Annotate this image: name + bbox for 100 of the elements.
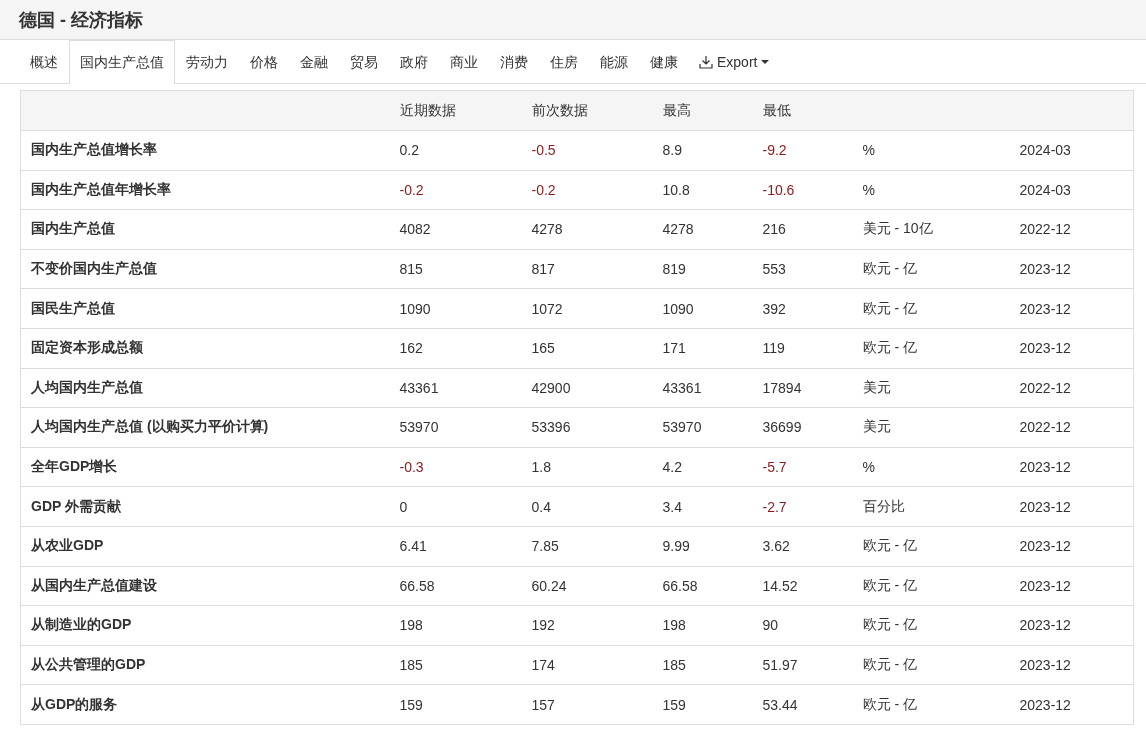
indicator-name: GDP 外需贡献 xyxy=(20,486,390,527)
unit-cell: 百分比 xyxy=(852,486,1010,527)
indicator-name: 人均国内生产总值 xyxy=(20,368,390,408)
date-cell: 2023-12 xyxy=(1009,328,1134,369)
date-cell: 2023-12 xyxy=(1009,605,1134,646)
column-header: 最高 xyxy=(652,90,753,131)
column-header: 近期数据 xyxy=(389,90,522,131)
date-cell: 2023-12 xyxy=(1009,566,1134,606)
unit-cell: 欧元 - 亿 xyxy=(852,526,1010,567)
table-cell: 392 xyxy=(752,288,853,329)
unit-cell: 欧元 - 亿 xyxy=(852,684,1010,725)
indicator-name: 不变价国内生产总值 xyxy=(20,249,390,289)
indicator-name: 国内生产总值增长率 xyxy=(20,130,390,171)
indicator-name: 国内生产总值 xyxy=(20,209,390,250)
table-cell: 6.41 xyxy=(389,526,522,567)
table-cell: 1072 xyxy=(521,288,653,329)
table-cell: -10.6 xyxy=(752,170,853,210)
table-cell: 43361 xyxy=(652,368,753,408)
table-cell: 7.85 xyxy=(521,526,653,567)
table-cell: 4278 xyxy=(521,209,653,250)
table-cell: 17894 xyxy=(752,368,853,408)
table-cell: 1090 xyxy=(389,288,522,329)
unit-cell: 美元 xyxy=(852,407,1010,448)
table-cell: 0 xyxy=(389,486,522,527)
table-cell: 174 xyxy=(521,645,653,685)
table-cell: 1.8 xyxy=(521,447,653,487)
table-cell: 198 xyxy=(389,605,522,646)
date-cell: 2023-12 xyxy=(1009,486,1134,527)
table-cell: 4278 xyxy=(652,209,753,250)
date-cell: 2023-12 xyxy=(1009,447,1134,487)
unit-cell: 欧元 - 亿 xyxy=(852,566,1010,606)
table-cell: 9.99 xyxy=(652,526,753,567)
table-cell: -0.2 xyxy=(389,170,522,210)
table-cell: 119 xyxy=(752,328,853,369)
table-cell: 159 xyxy=(652,684,753,725)
date-cell: 2023-12 xyxy=(1009,526,1134,567)
table-cell: 216 xyxy=(752,209,853,250)
table-cell: 157 xyxy=(521,684,653,725)
table-cell: 3.4 xyxy=(652,486,753,527)
unit-cell: % xyxy=(852,447,1010,487)
table-cell: 60.24 xyxy=(521,566,653,606)
table-cell: 198 xyxy=(652,605,753,646)
table-cell: 165 xyxy=(521,328,653,369)
table-cell: 162 xyxy=(389,328,522,369)
unit-cell: 欧元 - 亿 xyxy=(852,328,1010,369)
indicator-name: 国内生产总值年增长率 xyxy=(20,170,390,210)
table-cell: -5.7 xyxy=(752,447,853,487)
table-cell: 10.8 xyxy=(652,170,753,210)
indicator-name: 从国内生产总值建设 xyxy=(20,566,390,606)
indicator-name: 固定资本形成总额 xyxy=(20,328,390,369)
column-header: 前次数据 xyxy=(521,90,653,131)
table-cell: -0.2 xyxy=(521,170,653,210)
date-cell: 2023-12 xyxy=(1009,645,1134,685)
indicator-name: 从制造业的GDP xyxy=(20,605,390,646)
tab[interactable]: 国内生产总值 xyxy=(69,40,175,84)
table-cell: 553 xyxy=(752,249,853,289)
table-cell: 53.44 xyxy=(752,684,853,725)
date-cell: 2022-12 xyxy=(1009,209,1134,250)
unit-cell: 欧元 - 亿 xyxy=(852,249,1010,289)
table-cell: 4082 xyxy=(389,209,522,250)
column-header: 最低 xyxy=(752,90,853,131)
table-cell: 14.52 xyxy=(752,566,853,606)
table-cell: 36699 xyxy=(752,407,853,448)
unit-cell: 欧元 - 亿 xyxy=(852,605,1010,646)
indicator-name: 从农业GDP xyxy=(20,526,390,567)
table-cell: 53396 xyxy=(521,407,653,448)
table-cell: -0.3 xyxy=(389,447,522,487)
table-cell: 3.62 xyxy=(752,526,853,567)
indicator-name: 从公共管理的GDP xyxy=(20,645,390,685)
table-cell: 51.97 xyxy=(752,645,853,685)
table-cell: 815 xyxy=(389,249,522,289)
page-title: 德国 - 经济指标 xyxy=(19,8,143,32)
table-cell: -2.7 xyxy=(752,486,853,527)
table-cell: 819 xyxy=(652,249,753,289)
date-cell: 2024-03 xyxy=(1009,130,1134,171)
table-cell: 8.9 xyxy=(652,130,753,171)
unit-cell: % xyxy=(852,170,1010,210)
unit-cell: 美元 - 10亿 xyxy=(852,209,1010,250)
date-cell: 2024-03 xyxy=(1009,170,1134,210)
table-cell: 43361 xyxy=(389,368,522,408)
table-cell: 42900 xyxy=(521,368,653,408)
table-cell: 185 xyxy=(652,645,753,685)
table-cell: 66.58 xyxy=(389,566,522,606)
table-cell: 171 xyxy=(652,328,753,369)
unit-cell: 欧元 - 亿 xyxy=(852,645,1010,685)
indicator-name: 从GDP的服务 xyxy=(20,684,390,725)
table-cell: -9.2 xyxy=(752,130,853,171)
table-cell: 4.2 xyxy=(652,447,753,487)
table-cell: -0.5 xyxy=(521,130,653,171)
table-cell: 159 xyxy=(389,684,522,725)
table-cell: 66.58 xyxy=(652,566,753,606)
date-cell: 2023-12 xyxy=(1009,288,1134,329)
download-icon xyxy=(699,55,713,69)
unit-cell: 欧元 - 亿 xyxy=(852,288,1010,329)
date-cell: 2022-12 xyxy=(1009,368,1134,408)
table-cell: 185 xyxy=(389,645,522,685)
indicator-name: 国民生产总值 xyxy=(20,288,390,329)
table-cell: 192 xyxy=(521,605,653,646)
table-cell: 0.4 xyxy=(521,486,653,527)
date-cell: 2022-12 xyxy=(1009,407,1134,448)
